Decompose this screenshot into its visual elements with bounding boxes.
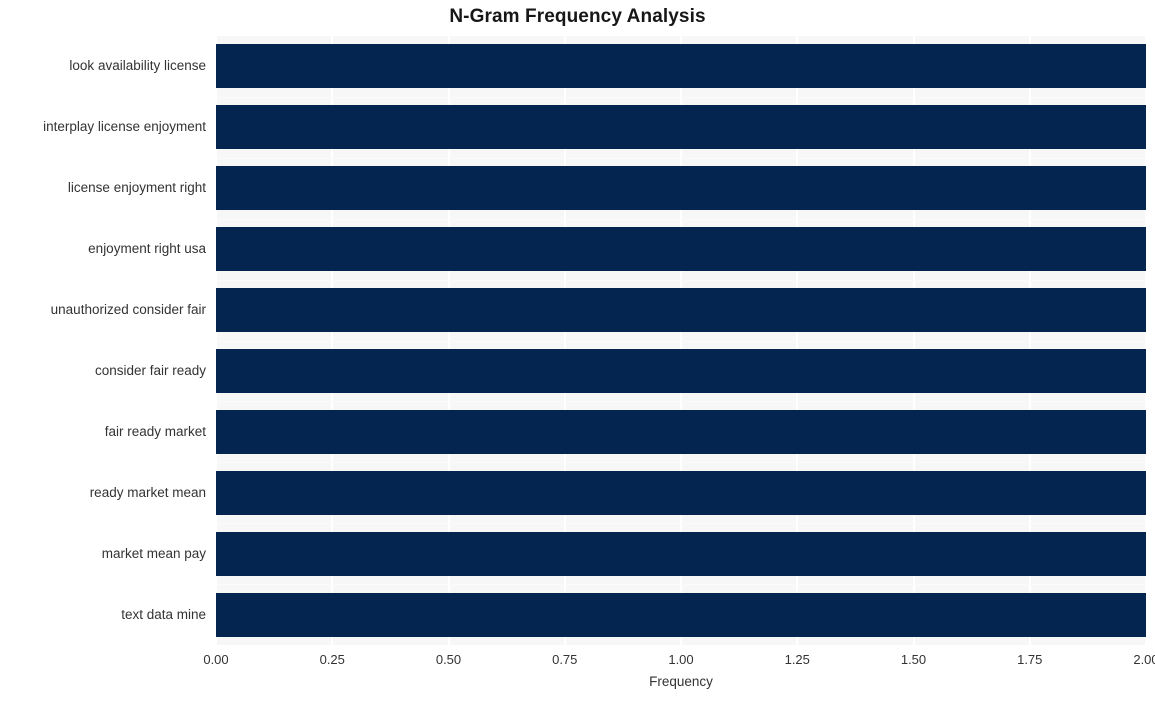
x-axis-tick-label: 2.00 xyxy=(1133,652,1155,667)
chart-title: N-Gram Frequency Analysis xyxy=(449,6,706,27)
y-gridline xyxy=(216,341,1146,342)
x-axis-tick-label: 0.25 xyxy=(319,652,345,667)
bar[interactable] xyxy=(216,105,1146,149)
chart-figure: N-Gram Frequency Analysis look availabil… xyxy=(0,0,1155,701)
bar[interactable] xyxy=(216,349,1146,393)
y-axis-tick-label: ready market mean xyxy=(89,485,206,500)
y-axis-tick-label: interplay license enjoyment xyxy=(43,119,206,134)
y-axis-tick-label: enjoyment right usa xyxy=(88,241,206,256)
bar[interactable] xyxy=(216,410,1146,454)
x-axis-tick-label: 0.50 xyxy=(435,652,462,667)
y-gridline xyxy=(216,462,1146,463)
bar[interactable] xyxy=(216,593,1146,637)
bar[interactable] xyxy=(216,471,1146,515)
plot-area xyxy=(216,36,1146,645)
x-axis-tick-label: 1.00 xyxy=(668,652,694,667)
bar[interactable] xyxy=(216,227,1146,271)
x-axis-tick-label: 0.00 xyxy=(203,652,229,667)
y-gridline xyxy=(216,280,1146,281)
y-gridline xyxy=(216,584,1146,585)
y-axis-tick-label: unauthorized consider fair xyxy=(50,302,206,317)
bar[interactable] xyxy=(216,532,1146,576)
x-axis-tick-label: 1.25 xyxy=(784,652,810,667)
y-gridline xyxy=(216,523,1146,524)
bar[interactable] xyxy=(216,166,1146,210)
x-axis-title: Frequency xyxy=(649,674,713,689)
y-gridline xyxy=(216,219,1146,220)
x-axis-tick-label: 1.75 xyxy=(1017,652,1043,667)
y-axis-tick-label: consider fair ready xyxy=(94,363,206,378)
y-axis-tick-label: text data mine xyxy=(121,607,206,622)
y-axis-tick-labels: look availability license interplay licen… xyxy=(0,36,206,645)
bar[interactable] xyxy=(216,44,1146,88)
y-axis-tick-label: look availability license xyxy=(69,58,206,73)
x-axis-tick-label: 0.75 xyxy=(552,652,578,667)
y-axis-tick-label: license enjoyment right xyxy=(67,180,206,195)
y-gridline xyxy=(216,97,1146,98)
y-gridline xyxy=(216,401,1146,402)
x-axis-tick-labels: 0.00 0.25 0.50 0.75 1.00 1.25 1.50 1.75 2.00 xyxy=(0,652,1155,672)
x-axis-tick-label: 1.50 xyxy=(900,652,927,667)
y-axis-tick-label: fair ready market xyxy=(104,424,206,439)
bar[interactable] xyxy=(216,288,1146,332)
y-axis-tick-label: market mean pay xyxy=(101,546,206,561)
y-gridline xyxy=(216,158,1146,159)
